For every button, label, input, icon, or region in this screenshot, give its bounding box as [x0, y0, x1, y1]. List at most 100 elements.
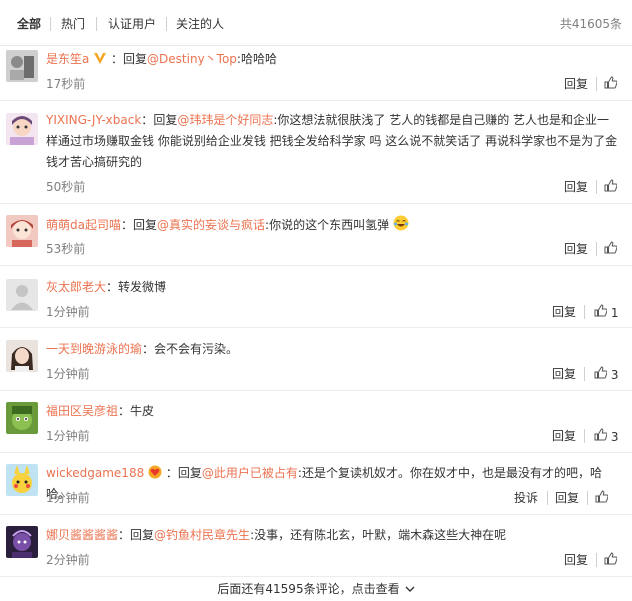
tab-divider — [96, 17, 97, 31]
reply-button[interactable]: 回复 — [552, 366, 576, 382]
comment-total-count: 共41605条 — [559, 17, 622, 31]
divider — [0, 100, 632, 101]
reply-button[interactable]: 回复 — [555, 490, 579, 506]
avatar[interactable] — [6, 279, 38, 311]
tab-all[interactable]: 全部 — [17, 16, 41, 32]
reply-prefix: 回复 — [123, 52, 148, 66]
username[interactable]: 娜贝酱酱酱酱 — [46, 528, 118, 542]
divider — [0, 576, 632, 577]
comment-time: 1分钟前 — [46, 367, 90, 381]
tab-hot[interactable]: 热门 — [61, 16, 85, 32]
comment-text: 会不会有污染。 — [154, 342, 239, 356]
like-button[interactable] — [604, 179, 618, 196]
mention-link[interactable]: @真实的妄谈与疯话 — [157, 218, 265, 232]
comment-time: 2分钟前 — [46, 553, 90, 567]
comment-time: 50秒前 — [46, 180, 86, 194]
tab-verified[interactable]: 认证用户 — [108, 16, 156, 32]
like-count: 1 — [610, 306, 619, 320]
comment-time: 1分钟前 — [46, 429, 90, 443]
thumbs-up-icon — [594, 428, 608, 441]
reply-button[interactable]: 回复 — [564, 76, 588, 92]
like-count: 3 — [610, 430, 619, 444]
action-divider — [596, 553, 597, 567]
avatar[interactable] — [6, 50, 38, 82]
username[interactable]: YIXING-JY-xback — [46, 113, 141, 127]
action-divider — [584, 305, 585, 319]
reply-prefix: 回复 — [133, 218, 158, 232]
thumbs-up-icon — [604, 76, 618, 89]
separator: ： — [111, 52, 124, 66]
comment-text: :哈哈哈 — [236, 52, 277, 66]
reply-button[interactable]: 回复 — [564, 241, 588, 257]
username[interactable]: wickedgame188 — [46, 466, 144, 480]
username[interactable]: 一天到晚游泳的瑜 — [46, 342, 142, 356]
like-button[interactable] — [604, 552, 618, 569]
action-divider — [587, 491, 588, 505]
divider — [0, 390, 632, 391]
comment-text: :没事，还有陈北玄，叶默，端木森这些大神在呢 — [250, 528, 507, 542]
action-divider — [547, 491, 548, 505]
load-more-label: 后面还有41595条评论，点击查看 — [217, 582, 400, 596]
comment-time: 1分钟前 — [46, 305, 90, 319]
chevron-down-icon — [405, 586, 415, 592]
like-count: 3 — [610, 368, 619, 382]
thumbs-up-icon — [604, 179, 618, 192]
load-more-link[interactable]: 后面还有41595条评论，点击查看 — [0, 580, 632, 597]
avatar[interactable] — [6, 464, 38, 496]
thumbs-up-icon — [604, 552, 618, 565]
separator: ： — [141, 113, 154, 127]
tab-divider — [50, 17, 51, 31]
action-divider — [584, 367, 585, 381]
heart-badge-icon[interactable] — [148, 465, 162, 479]
mention-link[interactable]: @Destiny丶Top — [147, 52, 237, 66]
avatar[interactable] — [6, 215, 38, 247]
action-divider — [596, 242, 597, 256]
reply-button[interactable]: 回复 — [564, 552, 588, 568]
thumbs-up-icon — [594, 366, 608, 379]
separator: ： — [118, 528, 131, 542]
avatar[interactable] — [6, 402, 38, 434]
comment-time: 17秒前 — [46, 77, 86, 91]
reply-button[interactable]: 回复 — [564, 179, 588, 195]
thumbs-up-icon — [604, 241, 618, 254]
mention-link[interactable]: @此用户已被占有 — [202, 466, 298, 480]
action-divider — [596, 180, 597, 194]
separator: ： — [106, 280, 119, 294]
like-button[interactable] — [595, 490, 609, 507]
divider — [0, 265, 632, 266]
comment-text: 牛皮 — [130, 404, 155, 418]
action-divider — [596, 77, 597, 91]
divider — [0, 203, 632, 204]
thumbs-up-icon — [595, 490, 609, 503]
username[interactable]: 是东笙a — [46, 52, 89, 66]
report-button[interactable]: 投诉 — [514, 490, 538, 506]
divider — [0, 514, 632, 515]
separator: ： — [142, 342, 155, 356]
username[interactable]: 萌萌da起司喵 — [46, 218, 121, 232]
like-button[interactable]: 1 — [594, 304, 618, 321]
reply-prefix: 回复 — [153, 113, 178, 127]
reply-button[interactable]: 回复 — [552, 304, 576, 320]
separator: ： — [165, 466, 178, 480]
avatar[interactable] — [6, 113, 38, 145]
comment-text: 转发微博 — [118, 280, 167, 294]
like-button[interactable] — [604, 241, 618, 258]
mention-link[interactable]: @玮玮是个好同志 — [177, 113, 273, 127]
separator: ： — [118, 404, 131, 418]
avatar[interactable] — [6, 526, 38, 558]
divider — [0, 327, 632, 328]
thumbs-up-icon — [594, 304, 608, 317]
like-button[interactable] — [604, 76, 618, 93]
mention-link[interactable]: @钓鱼村民章先生 — [154, 528, 250, 542]
like-button[interactable]: 3 — [594, 366, 618, 383]
like-button[interactable]: 3 — [594, 428, 618, 445]
vip-badge-icon[interactable] — [93, 51, 107, 65]
username[interactable]: 灰太郎老大 — [46, 280, 106, 294]
reply-button[interactable]: 回复 — [552, 428, 576, 444]
tab-following[interactable]: 关注的人 — [176, 16, 224, 32]
username[interactable]: 福田区吴彦祖 — [46, 404, 118, 418]
laugh-emoji-icon — [393, 215, 409, 231]
separator: ： — [120, 218, 133, 232]
avatar[interactable] — [6, 340, 38, 372]
comment-text: :你说的这个东西叫氢弹 — [265, 218, 390, 232]
